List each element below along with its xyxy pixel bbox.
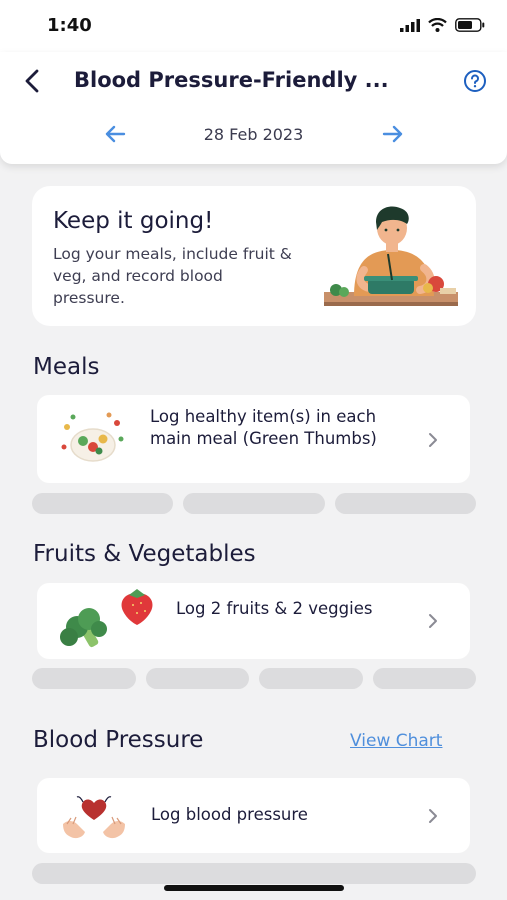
- battery-icon: [455, 18, 485, 32]
- chevron-left-icon: [25, 69, 39, 93]
- arrow-right-icon[interactable]: [382, 124, 404, 144]
- progress-slot: [372, 668, 476, 689]
- motivation-card: Keep it going! Log your meals, include f…: [32, 186, 476, 326]
- chevron-right-icon: [429, 433, 437, 447]
- chevron-right-icon: [429, 809, 437, 823]
- motivation-title: Keep it going!: [53, 208, 214, 234]
- motivation-body: Log your meals, include fruit & veg, and…: [53, 245, 292, 307]
- broccoli-strawberry-icon: [60, 589, 153, 648]
- fruits-vegetables-progress: [32, 668, 476, 689]
- blood-pressure-task-label: Log blood pressure: [151, 805, 308, 824]
- status-time: 1:40: [47, 15, 92, 36]
- progress-slot: [32, 863, 476, 884]
- progress-slot: [183, 493, 325, 514]
- progress-slot: [334, 493, 476, 514]
- current-date[interactable]: 28 Feb 2023: [0, 125, 507, 144]
- cooking-person-illustration: [324, 206, 458, 306]
- blood-pressure-task-card[interactable]: Log blood pressure: [37, 778, 470, 853]
- status-icons: [400, 18, 485, 32]
- view-chart-link[interactable]: View Chart: [350, 731, 442, 751]
- blood-pressure-progress: [32, 863, 476, 884]
- section-title-blood-pressure: Blood Pressure: [33, 727, 204, 753]
- question-circle-icon[interactable]: [463, 69, 487, 93]
- signal-icon: [400, 18, 420, 32]
- date-selector: 28 Feb 2023: [0, 114, 507, 154]
- fruits-vegetables-task-label: Log 2 fruits & 2 veggies: [176, 599, 373, 618]
- header: Blood Pressure-Friendly ... 28 Feb 2023: [0, 52, 507, 164]
- section-title-meals: Meals: [33, 354, 100, 380]
- progress-slot: [145, 668, 249, 689]
- section-title-fruits-vegetables: Fruits & Vegetables: [33, 541, 256, 567]
- home-indicator: [164, 885, 344, 891]
- back-button[interactable]: [18, 66, 46, 96]
- progress-slot: [259, 668, 363, 689]
- wifi-icon: [428, 18, 447, 32]
- progress-slot: [32, 668, 136, 689]
- status-bar: 1:40: [0, 0, 507, 52]
- fruits-vegetables-task-card[interactable]: Log 2 fruits & 2 veggies: [37, 583, 470, 659]
- meals-task-card[interactable]: Log healthy item(s) in each main meal (G…: [37, 395, 470, 483]
- chevron-right-icon: [429, 614, 437, 628]
- page-title: Blood Pressure-Friendly ...: [74, 68, 389, 92]
- progress-slot: [32, 493, 174, 514]
- heart-hands-icon: [63, 796, 125, 839]
- salad-plate-icon: [61, 412, 124, 462]
- meals-progress: [32, 493, 476, 514]
- meals-task-label: Log healthy item(s) in each main meal (G…: [150, 407, 377, 448]
